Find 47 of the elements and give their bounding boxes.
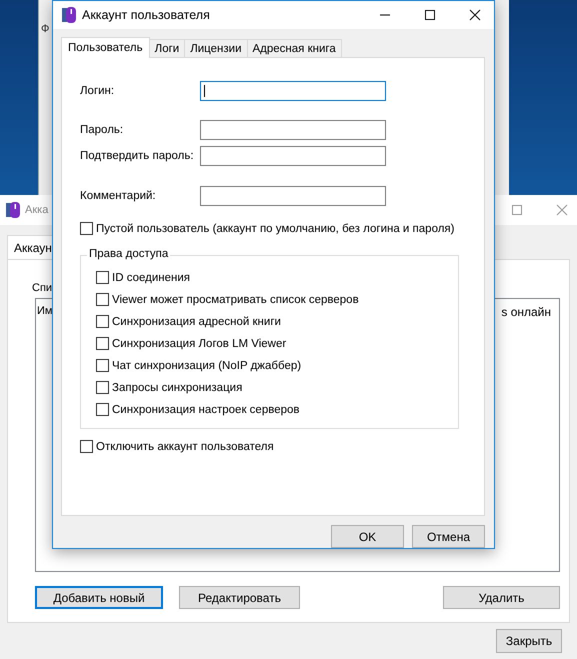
checkbox[interactable] bbox=[80, 440, 93, 453]
window-title: Аккаунт пользователя bbox=[82, 8, 210, 22]
input-field[interactable] bbox=[200, 120, 386, 140]
checkbox-label: Чат синхронизация (NoIP джаббер) bbox=[112, 360, 302, 372]
checkbox[interactable] bbox=[96, 337, 109, 350]
checkbox[interactable] bbox=[96, 315, 109, 328]
text-cursor bbox=[204, 85, 205, 97]
checkbox-label: Отключить аккаунт пользователя bbox=[96, 440, 274, 452]
dialog-button[interactable]: OK bbox=[331, 525, 404, 548]
tab[interactable]: Адресная книга bbox=[246, 39, 342, 57]
action-button[interactable]: Добавить новый bbox=[35, 586, 163, 609]
input-field[interactable] bbox=[200, 146, 386, 166]
tab[interactable]: Пользователь bbox=[61, 37, 150, 58]
input-field[interactable] bbox=[200, 81, 386, 101]
checkbox[interactable] bbox=[96, 403, 109, 416]
column-header[interactable]: s онлайн bbox=[501, 305, 551, 319]
close-icon[interactable] bbox=[469, 9, 481, 21]
app-icon bbox=[62, 7, 78, 23]
column-header[interactable]: Им bbox=[37, 305, 52, 319]
checkbox[interactable] bbox=[96, 293, 109, 306]
checkbox[interactable] bbox=[96, 359, 109, 372]
close-button[interactable]: Закрыть bbox=[496, 629, 562, 653]
dialog-button[interactable]: Отмена bbox=[412, 525, 485, 548]
action-button[interactable]: Редактировать bbox=[179, 586, 300, 609]
checkbox[interactable] bbox=[96, 381, 109, 394]
checkbox-label: Запросы синхронизация bbox=[112, 382, 242, 394]
checkbox-label: Синхронизация адресной книги bbox=[112, 316, 281, 328]
app-icon bbox=[6, 202, 22, 218]
checkbox-label: Синхронизация Логов LM Viewer bbox=[112, 338, 286, 350]
window-title: Акка bbox=[25, 204, 48, 216]
checkbox[interactable] bbox=[80, 222, 93, 235]
maximize-icon[interactable] bbox=[425, 10, 435, 20]
checkbox-label: ID соединения bbox=[112, 272, 190, 284]
checkbox-label: Синхронизация настроек серверов bbox=[112, 404, 300, 416]
checkbox[interactable] bbox=[96, 271, 109, 284]
checkbox-label: Пустой пользователь (аккаунт по умолчанию, без логина и пароля) bbox=[96, 222, 454, 234]
input-field[interactable] bbox=[200, 186, 386, 206]
field-label: Подтвердить пароль: bbox=[80, 150, 195, 162]
tab[interactable]: Лицензии bbox=[184, 39, 248, 57]
menu-item[interactable]: Ф bbox=[41, 23, 50, 35]
action-button[interactable]: Удалить bbox=[443, 586, 560, 609]
group-title: Права доступа bbox=[87, 248, 170, 260]
field-label: Пароль: bbox=[80, 124, 124, 136]
field-label: Логин: bbox=[80, 85, 116, 97]
field-label: Комментарий: bbox=[80, 190, 157, 202]
list-label: Спи bbox=[32, 282, 52, 294]
checkbox-label: Viewer может просматривать список серверов bbox=[112, 294, 359, 306]
